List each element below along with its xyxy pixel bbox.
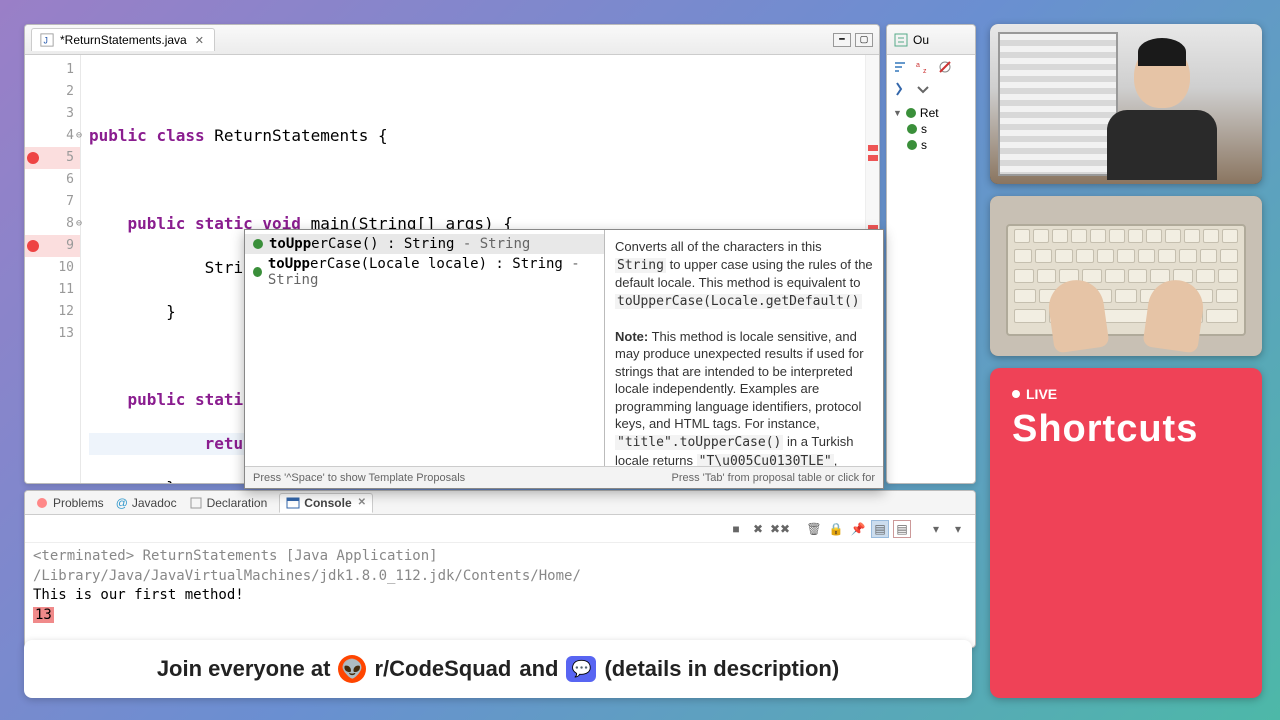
outline-method[interactable]: s bbox=[893, 137, 969, 153]
autocomplete-doc: Converts all of the characters in this S… bbox=[605, 230, 883, 466]
svg-text:z: z bbox=[923, 68, 927, 75]
hide-fields-icon[interactable] bbox=[937, 59, 953, 75]
line-number: 12 bbox=[25, 301, 80, 323]
reddit-icon: 👽 bbox=[338, 655, 366, 683]
new-console-icon[interactable]: ▾ bbox=[949, 520, 967, 538]
declaration-tab[interactable]: Declaration bbox=[189, 496, 268, 510]
cta-banner: Join everyone at 👽 r/CodeSquad and 💬 (de… bbox=[24, 640, 972, 698]
line-number: 7 bbox=[25, 191, 80, 213]
console-toolbar: ■ ✖ ✖✖ 🗑 🔒 📌 ▤ ▤ ▾ ▾ bbox=[25, 515, 975, 543]
line-number: 8 bbox=[25, 213, 80, 235]
shortcuts-card: LIVE Shortcuts bbox=[990, 368, 1262, 698]
file-tab-label: *ReturnStatements.java bbox=[60, 33, 187, 47]
line-number: 11 bbox=[25, 279, 80, 301]
line-number: 13 bbox=[25, 323, 80, 345]
line-number: 6 bbox=[25, 169, 80, 191]
file-tab[interactable]: J *ReturnStatements.java ✕ bbox=[31, 28, 215, 51]
method-icon bbox=[253, 267, 262, 277]
terminated-label: <terminated> ReturnStatements [Java Appl… bbox=[33, 547, 967, 586]
console-icon bbox=[286, 496, 300, 510]
line-number: 3 bbox=[25, 103, 80, 125]
link-icon[interactable] bbox=[893, 81, 909, 97]
autocomplete-item[interactable]: toUpperCase(Locale locale) : String - St… bbox=[245, 254, 604, 290]
window-controls: ━ ▢ bbox=[833, 33, 873, 47]
javadoc-tab[interactable]: @Javadoc bbox=[116, 496, 177, 510]
open-console-icon[interactable]: ▾ bbox=[927, 520, 945, 538]
az-sort-icon[interactable]: az bbox=[915, 59, 931, 75]
shortcuts-title: Shortcuts bbox=[1012, 408, 1240, 451]
console-tab[interactable]: Console ✕ bbox=[279, 493, 373, 513]
outline-icon bbox=[893, 32, 909, 48]
tab-close-icon[interactable]: ✕ bbox=[193, 34, 206, 47]
outline-method[interactable]: s bbox=[893, 121, 969, 137]
presenter bbox=[1102, 44, 1222, 184]
autocomplete-item[interactable]: toUpperCase() : String - String bbox=[245, 234, 604, 254]
tab-bar: J *ReturnStatements.java ✕ ━ ▢ bbox=[25, 25, 879, 55]
display-icon[interactable]: ▤ bbox=[871, 520, 889, 538]
outline-class[interactable]: ▼Ret bbox=[893, 105, 969, 121]
webcam-feed bbox=[990, 24, 1262, 184]
minimize-button[interactable]: ━ bbox=[833, 33, 851, 47]
outline-toolbar: az bbox=[887, 55, 975, 101]
pin-icon[interactable]: 📌 bbox=[849, 520, 867, 538]
outline-tab[interactable]: Ou bbox=[887, 25, 975, 55]
declaration-icon bbox=[189, 496, 203, 510]
window-blinds bbox=[998, 32, 1118, 176]
stop-icon[interactable]: ■ bbox=[727, 520, 745, 538]
outline-panel: Ou az ▼Ret s s bbox=[886, 24, 976, 484]
method-icon bbox=[907, 140, 917, 150]
discord-icon: 💬 bbox=[566, 656, 596, 682]
line-number-error: 5 bbox=[25, 147, 80, 169]
line-number-error: 9 bbox=[25, 235, 80, 257]
autocomplete-list[interactable]: toUpperCase() : String - String toUpperC… bbox=[245, 230, 605, 466]
problems-tab[interactable]: Problems bbox=[35, 496, 104, 510]
live-dot-icon bbox=[1012, 390, 1020, 398]
line-number: 2 bbox=[25, 81, 80, 103]
live-badge: LIVE bbox=[1012, 386, 1240, 402]
remove-icon[interactable]: ✖ bbox=[749, 520, 767, 538]
scroll-lock-icon[interactable]: 🔒 bbox=[827, 520, 845, 538]
gutter: 1 2 3 4 5 6 7 8 9 10 11 12 13 bbox=[25, 55, 81, 483]
svg-text:a: a bbox=[916, 62, 920, 69]
sort-icon[interactable] bbox=[893, 59, 909, 75]
line-number: 1 bbox=[25, 59, 80, 81]
console-line: 13 bbox=[33, 607, 54, 623]
menu-icon[interactable] bbox=[915, 81, 931, 97]
remove-all-icon[interactable]: ✖✖ bbox=[771, 520, 789, 538]
bottom-panel: Problems @Javadoc Declaration Console ✕ … bbox=[24, 490, 976, 648]
method-icon bbox=[907, 124, 917, 134]
clear-icon[interactable]: 🗑 bbox=[805, 520, 823, 538]
line-number: 4 bbox=[25, 125, 80, 147]
method-icon bbox=[253, 239, 263, 249]
outline-tree[interactable]: ▼Ret s s bbox=[887, 101, 975, 157]
svg-text:J: J bbox=[44, 36, 48, 46]
autocomplete-footer: Press '^Space' to show Template Proposal… bbox=[245, 466, 883, 488]
autocomplete-popup: toUpperCase() : String - String toUpperC… bbox=[244, 229, 884, 489]
console-line: This is our first method! bbox=[33, 586, 967, 606]
keyboard-feed bbox=[990, 196, 1262, 356]
maximize-button[interactable]: ▢ bbox=[855, 33, 873, 47]
console-output[interactable]: <terminated> ReturnStatements [Java Appl… bbox=[25, 543, 975, 629]
line-number: 10 bbox=[25, 257, 80, 279]
class-icon bbox=[906, 108, 916, 118]
java-file-icon: J bbox=[40, 33, 54, 47]
bottom-tabs: Problems @Javadoc Declaration Console ✕ bbox=[25, 491, 975, 515]
display2-icon[interactable]: ▤ bbox=[893, 520, 911, 538]
problems-icon bbox=[35, 496, 49, 510]
